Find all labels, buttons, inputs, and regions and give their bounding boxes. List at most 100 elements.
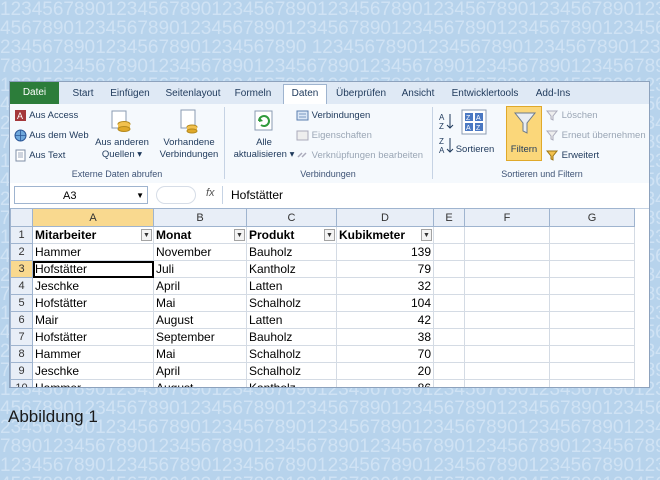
cell[interactable]: 139 [336,243,434,261]
row-header[interactable]: 2 [10,243,33,261]
sort-ascending-icon[interactable]: A Z [438,112,454,132]
cell[interactable] [549,243,635,261]
cell[interactable] [433,243,465,261]
row-header[interactable]: 5 [10,294,33,312]
cell[interactable] [433,328,465,346]
filter-dropdown-icon[interactable]: ▼ [141,229,152,241]
column-header-f[interactable]: F [464,208,550,227]
cell[interactable] [549,277,635,295]
cell[interactable] [433,260,465,278]
from-web-button[interactable]: Aus dem Web [14,129,89,142]
column-header-g[interactable]: G [549,208,635,227]
cell[interactable] [433,311,465,329]
clear-filter-button[interactable]: Löschen [546,109,598,122]
row-header[interactable]: 8 [10,345,33,363]
cell[interactable]: Hofstätter [32,328,154,346]
edit-links-button[interactable]: Verknüpfungen bearbeiten [296,149,423,162]
cell[interactable]: Mair [32,311,154,329]
row-header[interactable]: 7 [10,328,33,346]
filter-dropdown-icon[interactable]: ▼ [421,229,432,241]
tab-daten[interactable]: Daten [283,84,327,106]
column-header-a[interactable]: A [32,208,154,227]
row-header[interactable]: 10 [10,379,33,387]
formula-bar-divider-handle[interactable] [156,186,196,204]
properties-button[interactable]: Eigenschaften [296,129,372,142]
cell[interactable] [464,311,550,329]
cell[interactable]: Bauholz [246,243,337,261]
column-header-b[interactable]: B [153,208,247,227]
row-header[interactable]: 9 [10,362,33,380]
cell[interactable] [464,243,550,261]
cell[interactable] [433,226,465,244]
cell[interactable]: September [153,328,247,346]
cell[interactable]: August [153,379,247,387]
cell[interactable] [549,226,635,244]
header-cell[interactable]: Monat ▼ [153,226,247,244]
tab-ansicht[interactable]: Ansicht [397,85,439,104]
cell[interactable]: August [153,311,247,329]
cell[interactable] [464,226,550,244]
cell[interactable] [549,328,635,346]
name-box[interactable]: A3 ▼ [14,186,148,204]
row-header[interactable]: 4 [10,277,33,295]
tab-start[interactable]: Start [66,85,100,104]
cell[interactable]: Jeschke [32,362,154,380]
cell[interactable]: Schalholz [246,294,337,312]
cell[interactable] [464,277,550,295]
from-text-button[interactable]: Aus Text [14,149,65,162]
header-cell[interactable]: Kubikmeter ▼ [336,226,434,244]
tab-entwicklertools[interactable]: Entwicklertools [446,85,524,104]
cell[interactable] [549,294,635,312]
filter-dropdown-icon[interactable]: ▼ [324,229,335,241]
cell[interactable]: April [153,362,247,380]
column-header-c[interactable]: C [246,208,337,227]
cell[interactable] [549,260,635,278]
cell[interactable]: 32 [336,277,434,295]
advanced-filter-button[interactable]: Erweitert [546,149,599,162]
cell[interactable] [433,362,465,380]
cell[interactable]: Mai [153,345,247,363]
function-icon[interactable]: fx [206,187,215,199]
cell[interactable] [464,362,550,380]
tab-add-ins[interactable]: Add-Ins [530,85,576,104]
reapply-filter-button[interactable]: Erneut übernehmen [546,129,646,142]
tab-seitenlayout[interactable]: Seitenlayout [160,85,226,104]
cell[interactable] [433,345,465,363]
filter-button[interactable]: Filtern [506,106,542,161]
cell[interactable]: 86 [336,379,434,387]
row-header[interactable]: 1 [10,226,33,244]
connections-button[interactable]: Verbindungen [296,109,370,122]
cell[interactable]: Latten [246,311,337,329]
tab-formeln[interactable]: Formeln [230,85,276,104]
cell[interactable]: Mai [153,294,247,312]
cell[interactable]: April [153,277,247,295]
header-cell[interactable]: Mitarbeiter ▼ [32,226,154,244]
cell[interactable]: Schalholz [246,345,337,363]
cell[interactable]: Latten [246,277,337,295]
cell[interactable]: 79 [336,260,434,278]
cell[interactable] [433,277,465,295]
row-header[interactable]: 6 [10,311,33,329]
cell[interactable] [464,294,550,312]
cell[interactable] [464,260,550,278]
column-header-e[interactable]: E [433,208,465,227]
select-all-corner[interactable] [10,208,33,227]
cell[interactable] [464,345,550,363]
filter-dropdown-icon[interactable]: ▼ [234,229,245,241]
cell[interactable]: 70 [336,345,434,363]
cell[interactable]: Hammer [32,379,154,387]
cell[interactable]: 20 [336,362,434,380]
header-cell[interactable]: Produkt ▼ [246,226,337,244]
cell[interactable] [549,311,635,329]
tab-ueberpruefen[interactable]: Überprüfen [330,85,392,104]
cell[interactable]: 104 [336,294,434,312]
cell[interactable] [464,379,550,387]
cell[interactable]: Hammer [32,345,154,363]
chevron-down-icon[interactable]: ▼ [136,187,144,205]
cell[interactable]: November [153,243,247,261]
from-access-button[interactable]: A Aus Access [14,109,78,122]
cell[interactable] [433,294,465,312]
cell[interactable] [549,345,635,363]
tab-einfuegen[interactable]: Einfügen [104,85,156,104]
cell[interactable]: Jeschke [32,277,154,295]
